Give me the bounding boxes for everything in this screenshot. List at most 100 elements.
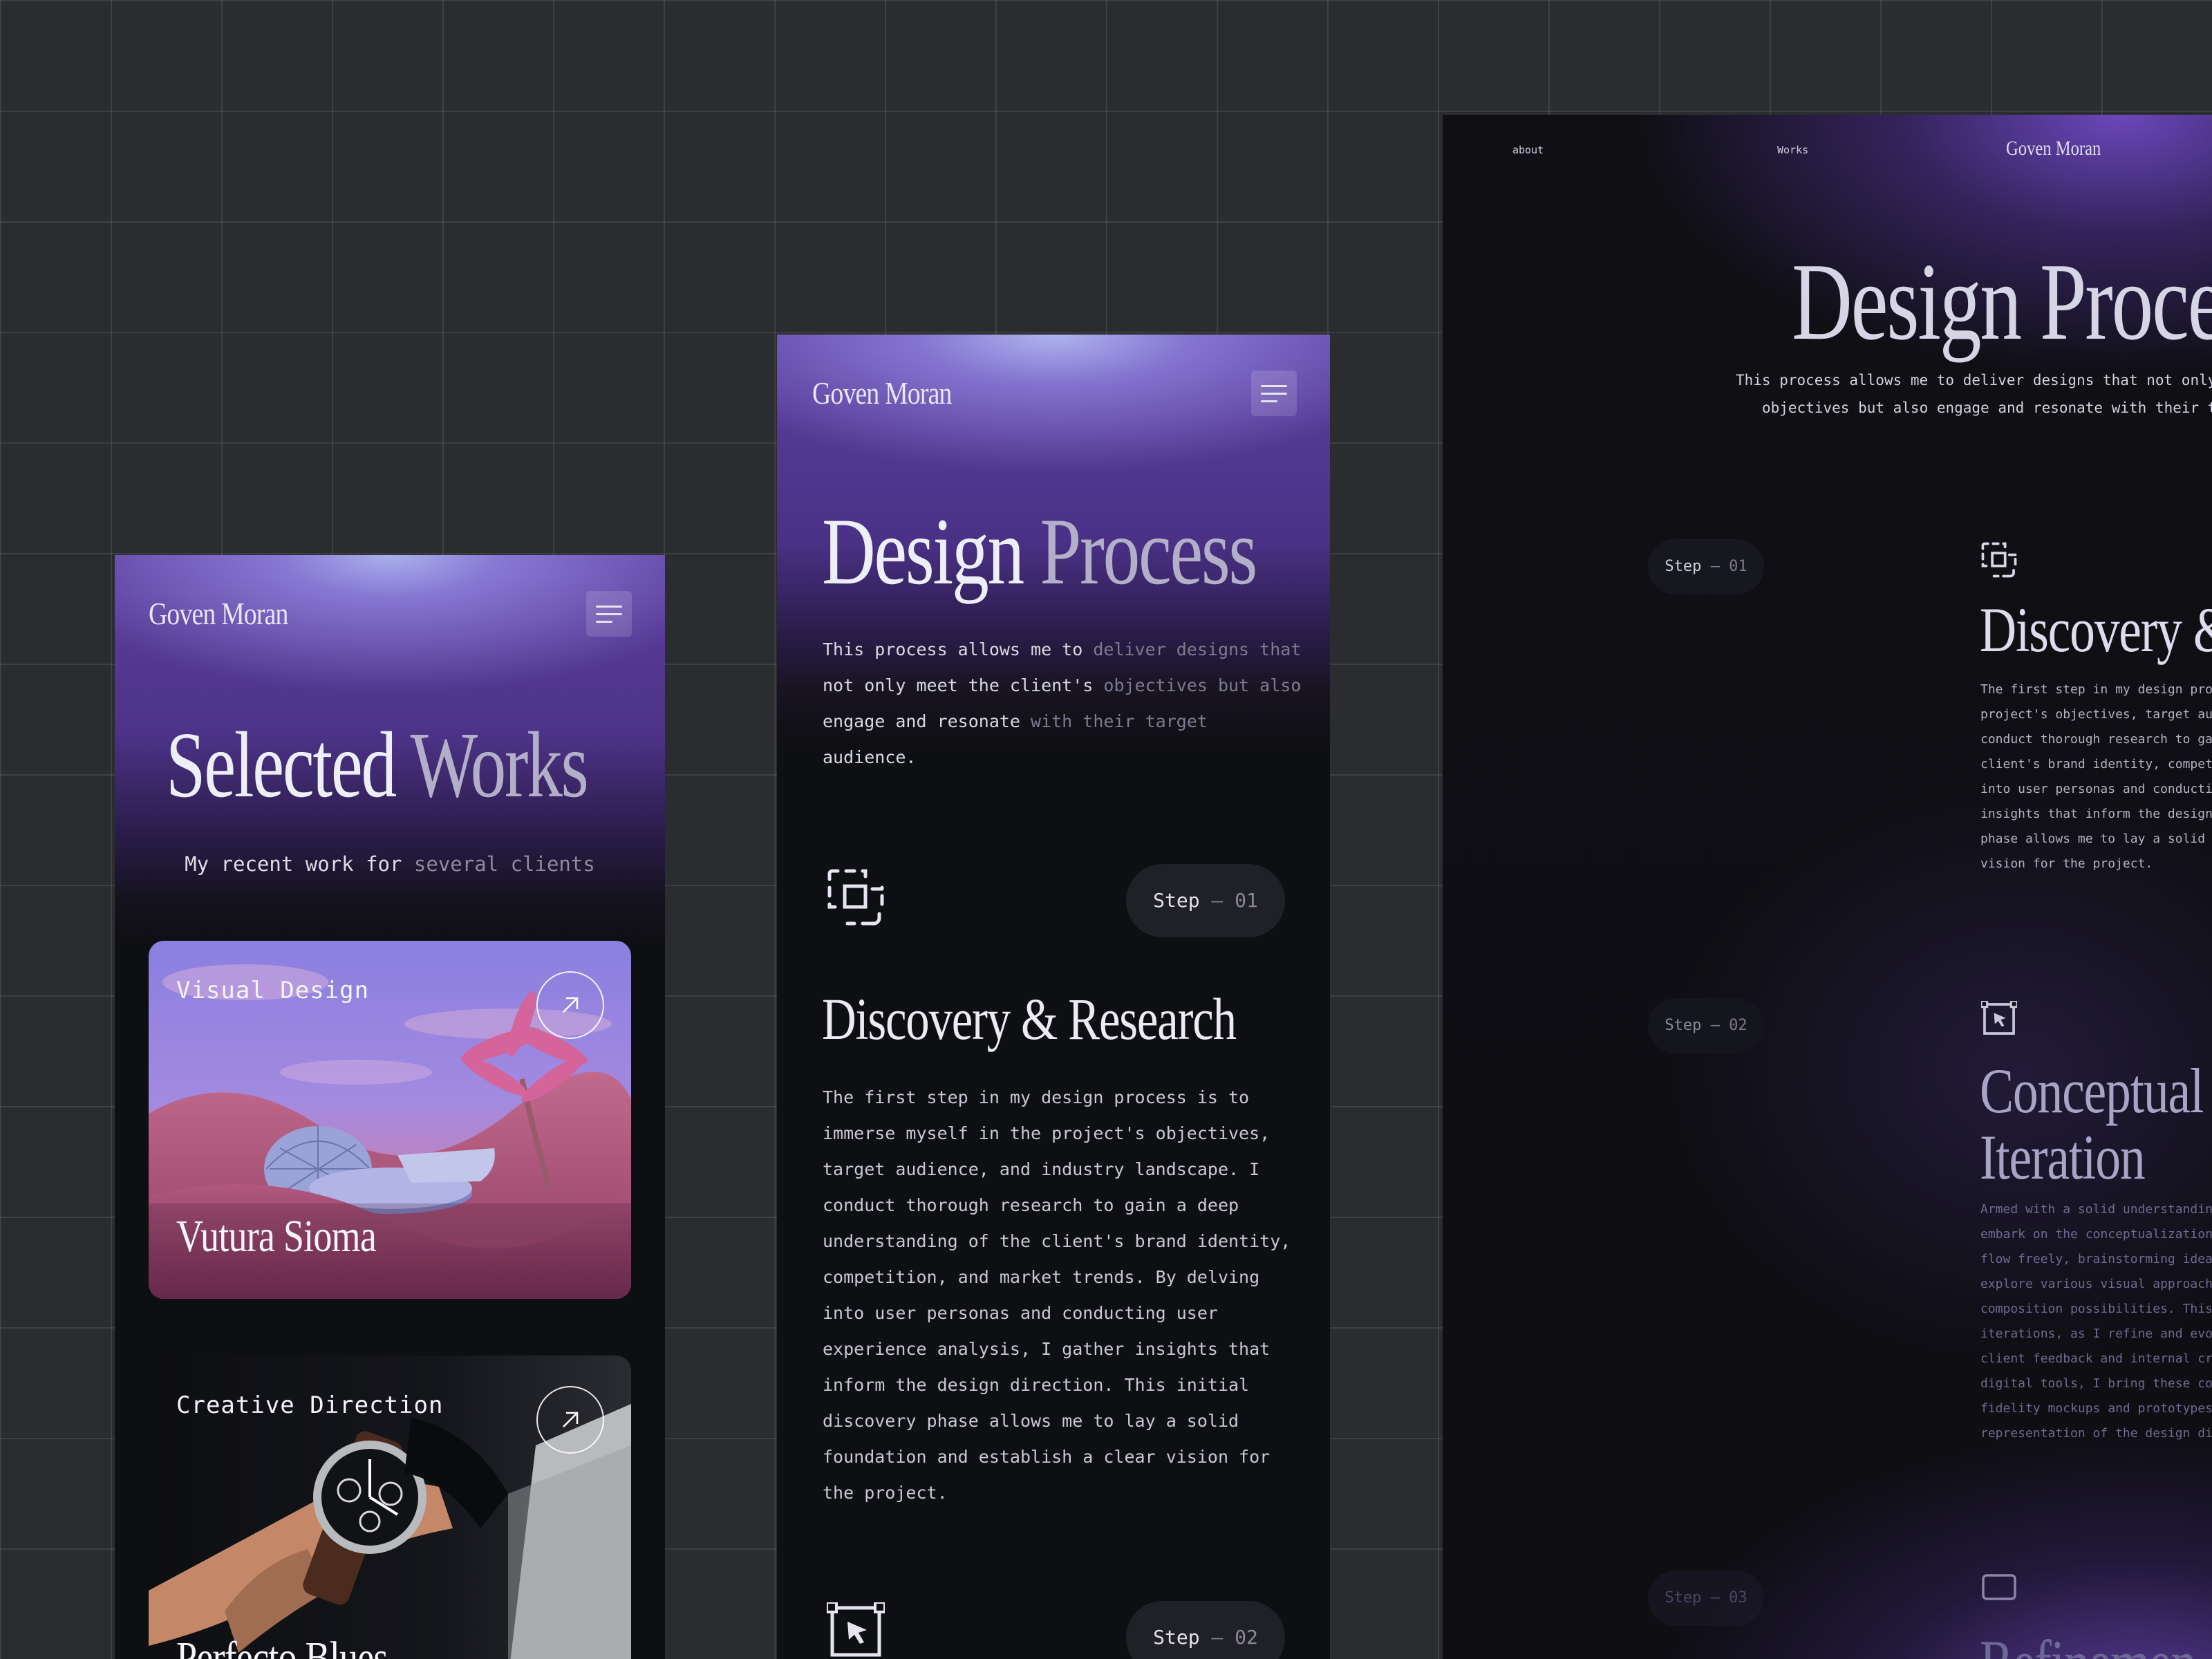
body-line: representation of the design direct bbox=[1980, 1426, 2212, 1441]
body-line: the project. bbox=[823, 1483, 948, 1503]
work-card-perfecto-blues[interactable]: Creative Direction Perfecto Blues bbox=[149, 1356, 631, 1659]
step-number: 01 bbox=[1235, 889, 1258, 912]
body-line: composition possibilities. This pha bbox=[1980, 1302, 2212, 1316]
brand-logo[interactable]: Goven Moran bbox=[2006, 137, 2101, 160]
frame-select-icon bbox=[1981, 542, 2017, 578]
body-line: vision for the project. bbox=[1980, 856, 2153, 871]
selected-works-mobile-frame: Goven Moran Selected Works My recent wor… bbox=[115, 555, 665, 1659]
step-dash: – bbox=[1710, 558, 1720, 575]
body-line: competition, and market trends. By delvi… bbox=[823, 1267, 1260, 1287]
subtitle-text: My recent work for bbox=[185, 852, 414, 876]
intro-line: not only meet the client's objectives bu… bbox=[823, 668, 1301, 704]
step-badge-03: Step – 03 bbox=[1648, 1571, 1764, 1626]
body-line: The first step in my design process is t… bbox=[823, 1087, 1250, 1107]
nav-about[interactable]: about bbox=[1512, 144, 1544, 156]
open-project-button[interactable] bbox=[536, 971, 604, 1039]
step-dash: – bbox=[1211, 889, 1224, 912]
step-dash: – bbox=[1710, 1589, 1720, 1606]
intro-line: This process allows me to deliver design… bbox=[1736, 372, 2212, 388]
arrow-up-right-icon bbox=[563, 1412, 579, 1427]
hamburger-icon-line bbox=[1261, 393, 1287, 395]
body-line: fidelity mockups and prototypes tha bbox=[1980, 1401, 2212, 1416]
menu-button[interactable] bbox=[586, 591, 632, 637]
body-line: client's brand identity, competitio bbox=[1980, 757, 2212, 771]
cursor-frame-icon bbox=[1981, 1001, 2017, 1035]
body-line: The first step in my design process bbox=[1980, 682, 2212, 697]
body-line: into user personas and conducting u bbox=[1980, 782, 2212, 796]
menu-button[interactable] bbox=[1251, 371, 1297, 416]
step-dash: – bbox=[1211, 1626, 1224, 1649]
step-label: Step bbox=[1665, 558, 1702, 575]
step-label: Step bbox=[1665, 1017, 1702, 1034]
body-line: conduct thorough research to gain a bbox=[1980, 732, 2212, 747]
page-title: Design Proce bbox=[1792, 240, 2212, 363]
body-line: immerse myself in the project's objectiv… bbox=[823, 1123, 1271, 1143]
section-title: Conceptual Iteration bbox=[1980, 1058, 2204, 1192]
body-line: insights that inform the design dir bbox=[1980, 807, 2212, 821]
section-title: Discovery & Research bbox=[822, 986, 1237, 1052]
brand-logo[interactable]: Goven Moran bbox=[149, 595, 288, 632]
intro-paragraph: This process allows me to deliver design… bbox=[1736, 366, 2212, 422]
step-badge-01: Step – 01 bbox=[1648, 539, 1764, 594]
step-label: Step bbox=[1153, 1626, 1200, 1649]
body-line: target audience, and industry landscape.… bbox=[823, 1159, 1260, 1179]
hamburger-icon-line bbox=[1261, 400, 1277, 402]
step-number: 02 bbox=[1729, 1017, 1747, 1034]
page-subtitle: My recent work for several clients bbox=[115, 852, 665, 876]
intro-line: engage and resonate with their target bbox=[823, 704, 1301, 740]
page-title-word: Works bbox=[410, 713, 589, 817]
step-badge-01: Step – 01 bbox=[1126, 864, 1285, 937]
intro-paragraph: This process allows me to deliver design… bbox=[823, 632, 1301, 776]
body-line: digital tools, I bring these concep bbox=[1980, 1376, 2212, 1391]
body-line: flow freely, brainstorming ideas, a bbox=[1980, 1252, 2212, 1266]
design-process-desktop-frame: about Works Goven Moran Design Proce Thi… bbox=[1443, 115, 2212, 1659]
hamburger-icon bbox=[1261, 385, 1287, 387]
section-body: The first step in my design process is t… bbox=[823, 1080, 1291, 1511]
body-line: inform the design direction. This initia… bbox=[823, 1375, 1250, 1395]
intro-text-dim: objectives but also bbox=[1103, 675, 1302, 695]
body-line: iterations, as I refine and evolve bbox=[1980, 1327, 2212, 1341]
frame-select-icon bbox=[827, 869, 884, 926]
step-label: Step bbox=[1665, 1589, 1702, 1606]
intro-text: audience. bbox=[823, 747, 917, 767]
intro-line: audience. bbox=[823, 740, 1301, 776]
step-badge-02: Step – 02 bbox=[1648, 998, 1764, 1053]
intro-text: This process allows me to bbox=[823, 639, 1094, 659]
step-number: 03 bbox=[1729, 1589, 1747, 1606]
hamburger-icon-line bbox=[596, 621, 612, 623]
section-body: Armed with a solid understanding of embar… bbox=[1980, 1197, 2212, 1446]
intro-text: not only meet the client's bbox=[823, 675, 1104, 695]
body-line: Armed with a solid understanding of bbox=[1980, 1202, 2212, 1217]
intro-text: engage and resonate bbox=[823, 711, 1031, 731]
hamburger-icon bbox=[596, 606, 622, 608]
intro-line: This process allows me to deliver design… bbox=[823, 632, 1301, 668]
page-title: Selected Works bbox=[166, 711, 589, 819]
body-line: phase allows me to lay a solid foun bbox=[1980, 832, 2206, 846]
browser-window-icon bbox=[1982, 1574, 2016, 1600]
brand-logo[interactable]: Goven Moran bbox=[812, 375, 952, 411]
body-line: explore various visual approaches, bbox=[1980, 1277, 2212, 1291]
cursor-frame-icon bbox=[827, 1602, 885, 1657]
step-number: 01 bbox=[1729, 558, 1747, 575]
body-line: project's objectives, target audien bbox=[1980, 707, 2212, 722]
body-line: experience analysis, I gather insights t… bbox=[823, 1339, 1271, 1359]
card-title: Vutura Sioma bbox=[176, 1211, 377, 1262]
card-title: Perfecto Blues bbox=[176, 1633, 388, 1659]
intro-line: objectives but also engage and resonate … bbox=[1762, 400, 2212, 416]
body-line: discovery phase allows me to lay a solid bbox=[823, 1411, 1239, 1431]
page-title-word: Selected bbox=[166, 713, 397, 817]
open-project-button[interactable] bbox=[536, 1386, 604, 1454]
nav-works[interactable]: Works bbox=[1777, 144, 1808, 156]
step-dash: – bbox=[1710, 1017, 1720, 1034]
work-card-vutura-sioma[interactable]: Visual Design Vutura Sioma bbox=[149, 941, 631, 1299]
body-line: embark on the conceptualization sta bbox=[1980, 1227, 2212, 1241]
title-line: Iteration bbox=[1980, 1122, 2146, 1192]
body-line: foundation and establish a clear vision … bbox=[823, 1447, 1271, 1467]
card-tag: Creative Direction bbox=[176, 1391, 444, 1419]
card-tag: Visual Design bbox=[176, 977, 370, 1004]
body-line: understanding of the client's brand iden… bbox=[823, 1231, 1291, 1251]
intro-text-dim: deliver designs that bbox=[1093, 639, 1302, 659]
step-label: Step bbox=[1153, 889, 1200, 912]
step-number: 02 bbox=[1235, 1626, 1258, 1649]
page-title-word: Process bbox=[1040, 498, 1257, 604]
